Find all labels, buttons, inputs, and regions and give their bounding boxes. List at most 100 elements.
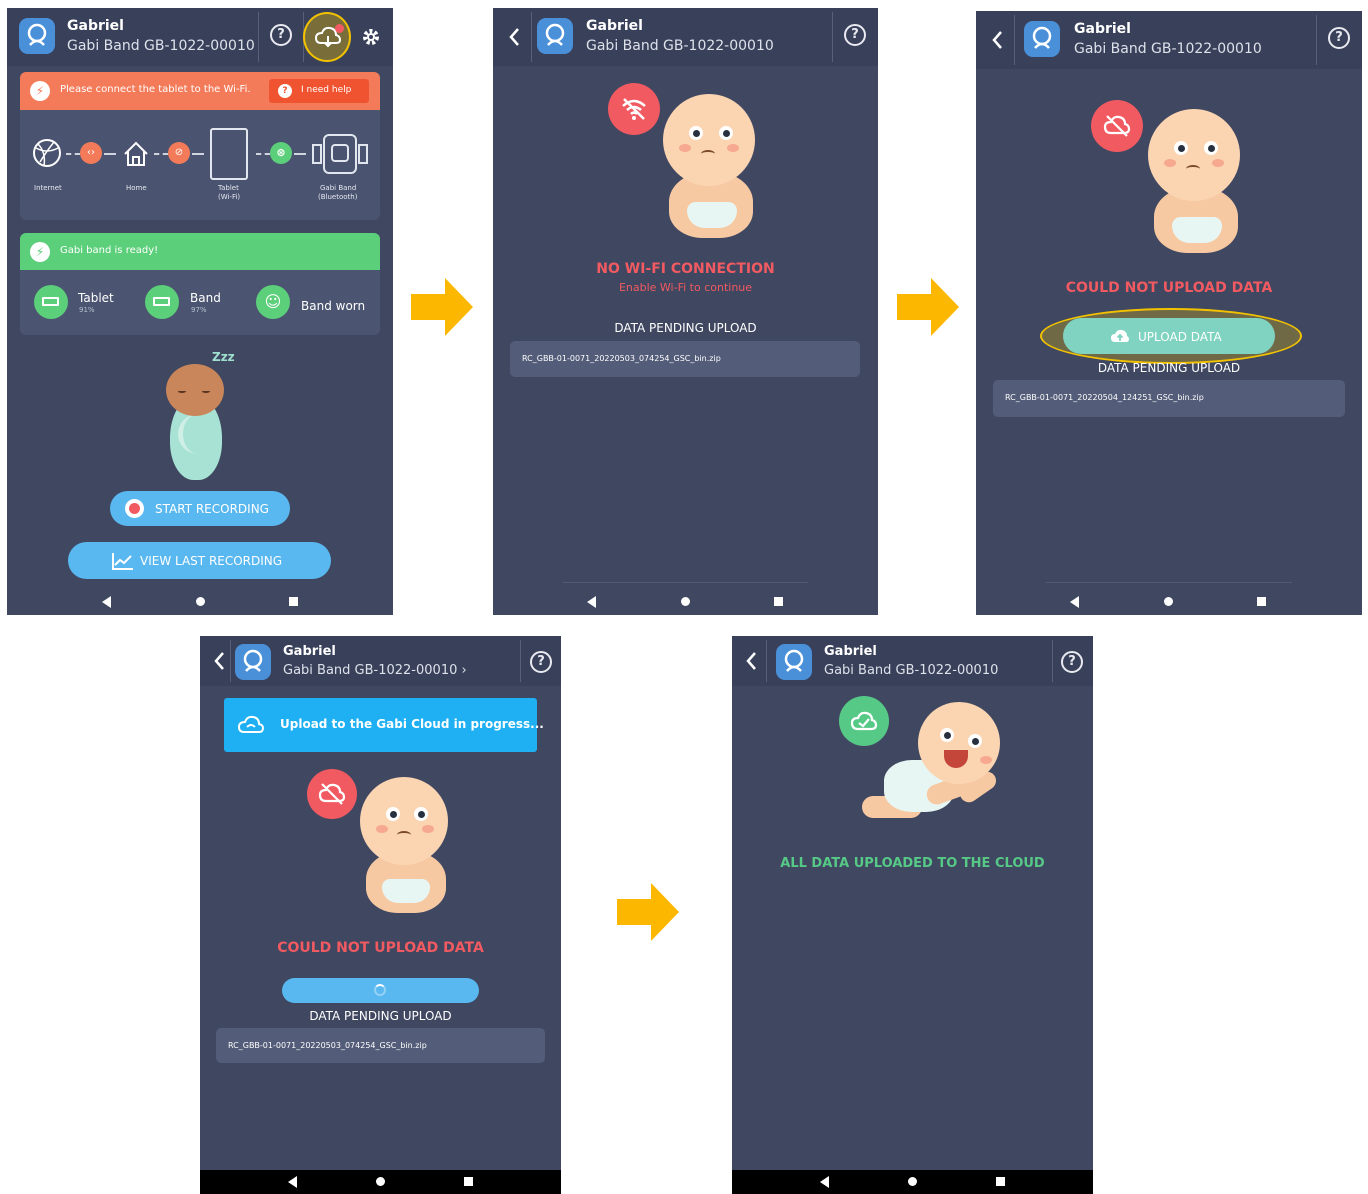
- nav-home-icon[interactable]: [1164, 597, 1173, 606]
- diagram-label-band-sub: (Bluetooth): [318, 193, 358, 201]
- nav-home-icon[interactable]: [376, 1177, 385, 1186]
- diagram-label-home: Home: [126, 184, 147, 192]
- upload-progress-text: Upload to the Gabi Cloud in progress...: [280, 717, 544, 731]
- nav-recents-icon[interactable]: [289, 597, 298, 606]
- app-header: Gabriel Gabi Band GB-1022-00010 ?: [7, 8, 393, 66]
- band-icon: [312, 134, 368, 174]
- start-recording-button[interactable]: START RECORDING: [110, 491, 290, 526]
- battery-icon: [34, 285, 68, 319]
- upload-data-label: UPLOAD DATA: [1138, 330, 1222, 344]
- header-divider: [520, 640, 521, 682]
- diagram-label-internet: Internet: [34, 184, 62, 192]
- nav-recents-icon[interactable]: [996, 1177, 1005, 1186]
- pending-upload-title: DATA PENDING UPLOAD: [614, 321, 757, 335]
- bolt-icon: ⚡: [30, 242, 50, 262]
- notification-dot: [335, 24, 344, 33]
- nav-back-icon[interactable]: [102, 596, 111, 608]
- nav-recents-icon[interactable]: [464, 1177, 473, 1186]
- app-logo-icon: [537, 18, 573, 54]
- header-divider: [230, 640, 231, 682]
- cloud-upload-icon: [1111, 329, 1129, 342]
- nav-divider: [1046, 582, 1292, 583]
- upload-success-title: ALL DATA UPLOADED TO THE CLOUD: [780, 856, 1045, 871]
- view-last-recording-button[interactable]: VIEW LAST RECORDING: [68, 542, 331, 579]
- link-line: [256, 153, 270, 155]
- settings-gear-icon[interactable]: [361, 27, 381, 47]
- happy-crawling-baby-illustration: [856, 700, 1016, 840]
- back-icon[interactable]: [988, 29, 1008, 51]
- upload-data-button[interactable]: UPLOAD DATA: [1063, 318, 1275, 354]
- back-icon[interactable]: [505, 26, 525, 48]
- battery-icon: [145, 285, 179, 319]
- help-icon[interactable]: ?: [1061, 651, 1083, 673]
- help-icon[interactable]: ?: [270, 24, 292, 46]
- sleeping-baby-illustration: [162, 358, 242, 483]
- pending-file-item[interactable]: RC_GBB-01-0071_20220503_074254_GSC_bin.z…: [510, 341, 860, 377]
- flow-arrow-icon: [617, 883, 679, 941]
- app-header: Gabriel Gabi Band GB-1022-00010 ?: [732, 636, 1093, 686]
- cloud-notification-button[interactable]: [303, 12, 351, 62]
- header-divider: [1052, 640, 1053, 682]
- cloud-off-icon: [307, 769, 357, 819]
- screen-home: Gabriel Gabi Band GB-1022-00010 ? ⚡ Plea…: [7, 8, 393, 615]
- tablet-battery-label: Tablet: [78, 291, 114, 305]
- wifi-alert-text: Please connect the tablet to the Wi-Fi.: [60, 84, 251, 95]
- back-icon[interactable]: [210, 650, 230, 672]
- app-logo-icon: [235, 644, 271, 680]
- diagram-label-band: Gabi Band: [320, 184, 357, 192]
- nav-recents-icon[interactable]: [774, 597, 783, 606]
- link-error-icon: ‹›: [80, 142, 102, 164]
- pending-file-item[interactable]: RC_GBB-01-0071_20220503_074254_GSC_bin.z…: [216, 1028, 545, 1063]
- sad-baby-illustration: [653, 90, 773, 242]
- back-icon[interactable]: [742, 650, 762, 672]
- help-icon[interactable]: ?: [844, 24, 866, 46]
- android-nav-bar: [976, 589, 1362, 615]
- nav-back-icon[interactable]: [587, 596, 596, 608]
- help-icon[interactable]: ?: [530, 651, 552, 673]
- baby-name: Gabriel: [824, 644, 877, 659]
- link-line: [294, 153, 306, 155]
- nav-back-icon[interactable]: [288, 1176, 297, 1188]
- screen-no-wifi: Gabriel Gabi Band GB-1022-00010 ? NO WI-…: [493, 8, 878, 615]
- diagram-label-tablet: Tablet: [218, 184, 239, 192]
- cloud-sync-icon: [238, 715, 264, 733]
- uploading-button[interactable]: [282, 978, 479, 1003]
- nav-back-icon[interactable]: [1070, 596, 1079, 608]
- sad-baby-illustration: [352, 773, 462, 918]
- nav-home-icon[interactable]: [196, 597, 205, 606]
- need-help-label: I need help: [301, 85, 352, 95]
- app-header: Gabriel Gabi Band GB-1022-00010 ?: [976, 11, 1362, 69]
- chart-icon: [112, 553, 133, 570]
- device-id: Gabi Band GB-1022-00010: [67, 38, 255, 54]
- spinner-icon: [374, 984, 386, 996]
- need-help-button[interactable]: ? I need help: [269, 79, 369, 103]
- upload-failed-title: COULD NOT UPLOAD DATA: [1065, 280, 1273, 296]
- header-divider: [258, 12, 259, 62]
- header-divider: [1014, 15, 1015, 65]
- screen-upload-in-progress: Gabriel Gabi Band GB-1022-00010 › ? Uplo…: [200, 636, 561, 1194]
- app-logo-icon: [1024, 21, 1060, 57]
- nav-recents-icon[interactable]: [1257, 597, 1266, 606]
- connection-card: ⚡ Please connect the tablet to the Wi-Fi…: [20, 72, 380, 220]
- android-nav-bar: [7, 589, 393, 615]
- link-line: [66, 153, 80, 155]
- nav-home-icon[interactable]: [681, 597, 690, 606]
- wifi-off-icon: ⊘: [168, 142, 190, 164]
- flow-arrow-icon: [897, 278, 959, 336]
- pending-file-item[interactable]: RC_GBB-01-0071_20220504_124251_GSC_bin.z…: [993, 380, 1345, 417]
- globe-icon: [33, 139, 61, 167]
- baby-name: Gabriel: [67, 18, 124, 34]
- app-header: Gabriel Gabi Band GB-1022-00010 ?: [493, 8, 878, 66]
- ready-bar: ⚡ Gabi band is ready!: [20, 233, 380, 270]
- band-battery-value: 97%: [191, 306, 207, 314]
- upload-failed-title: COULD NOT UPLOAD DATA: [277, 940, 484, 956]
- nav-home-icon[interactable]: [908, 1177, 917, 1186]
- help-small-icon: ?: [278, 84, 292, 98]
- nav-back-icon[interactable]: [820, 1176, 829, 1188]
- no-wifi-subtitle: Enable Wi-Fi to continue: [618, 281, 753, 294]
- house-icon: [124, 141, 148, 166]
- help-icon[interactable]: ?: [1328, 27, 1350, 49]
- app-header: Gabriel Gabi Band GB-1022-00010 › ?: [200, 636, 561, 686]
- bluetooth-icon: ⊛: [270, 142, 292, 164]
- status-card: ⚡ Gabi band is ready! Tablet 91% Band 97…: [20, 233, 380, 335]
